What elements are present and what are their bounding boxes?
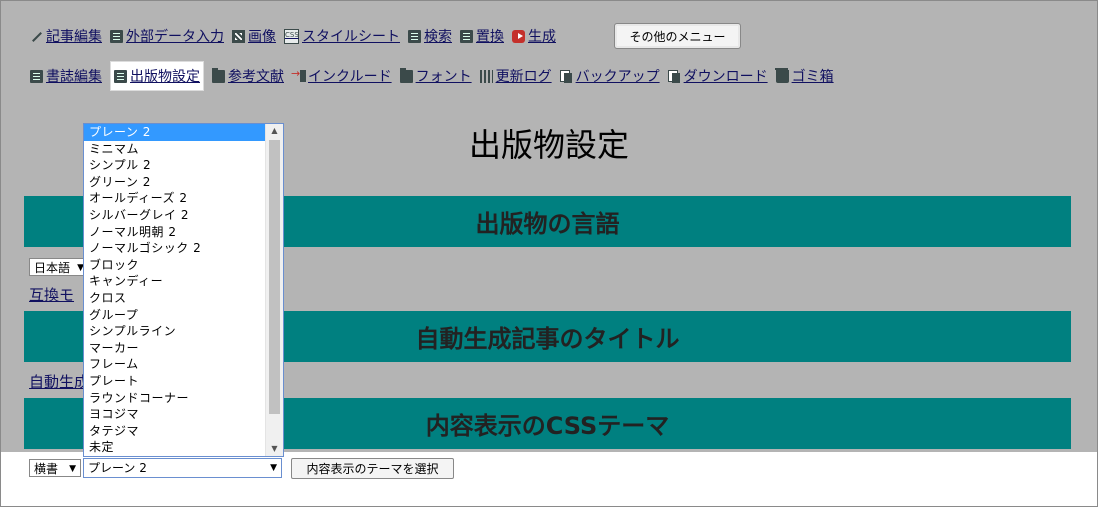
nav-label: 参考文献 bbox=[228, 69, 284, 85]
nav-label: 生成 bbox=[528, 29, 556, 45]
nav-label: 置換 bbox=[476, 29, 504, 45]
nav-references[interactable]: 参考文献 bbox=[212, 65, 284, 87]
document-icon bbox=[460, 29, 473, 43]
trash-icon bbox=[774, 67, 789, 83]
theme-select-value: プレーン 2 bbox=[88, 461, 147, 475]
writing-mode-select[interactable]: 横書 ▼ bbox=[29, 459, 81, 477]
section-heading-auto-title: 自動生成記事のタイトル bbox=[415, 325, 680, 353]
section-heading-css-theme: 内容表示のCSSテーマ bbox=[425, 412, 670, 440]
scroll-down-icon[interactable]: ▼ bbox=[266, 442, 283, 456]
nav-book-edit[interactable]: 書誌編集 bbox=[30, 65, 102, 87]
nav-label: 出版物設定 bbox=[130, 69, 200, 85]
theme-option[interactable]: 未定 bbox=[84, 439, 266, 456]
nav-article-edit[interactable]: 記事編集 bbox=[30, 25, 102, 47]
theme-option[interactable]: キャンディー bbox=[84, 273, 266, 290]
theme-option[interactable]: ノーマルゴシック 2 bbox=[84, 240, 266, 257]
document-icon bbox=[408, 29, 421, 43]
theme-option[interactable]: プレート bbox=[84, 373, 266, 390]
nav-label: 外部データ入力 bbox=[126, 29, 224, 45]
nav-search[interactable]: 検索 bbox=[408, 25, 452, 47]
theme-options: プレーン 2 ミニマム シンプル 2 グリーン 2 オールディーズ 2 シルバーグレイ 2… bbox=[84, 124, 266, 456]
grid-icon bbox=[479, 69, 493, 83]
theme-option[interactable]: タテジマ bbox=[84, 423, 266, 440]
chevron-down-icon: ▼ bbox=[270, 463, 277, 473]
theme-option[interactable]: ノーマル明朝 2 bbox=[84, 224, 266, 241]
nav-trash[interactable]: ゴミ箱 bbox=[774, 65, 834, 87]
nav-external-data[interactable]: 外部データ入力 bbox=[110, 25, 224, 47]
nav-label: スタイルシート bbox=[302, 29, 400, 45]
theme-option[interactable]: プレーン 2 bbox=[84, 124, 266, 141]
theme-option[interactable]: シンプル 2 bbox=[84, 157, 266, 174]
nav-label: ゴミ箱 bbox=[791, 69, 834, 85]
nav-font[interactable]: フォント bbox=[399, 65, 472, 87]
image-icon bbox=[232, 29, 245, 43]
nav-replace[interactable]: 置換 bbox=[460, 25, 504, 47]
theme-option[interactable]: マーカー bbox=[84, 340, 266, 357]
document-icon bbox=[110, 29, 123, 43]
theme-option[interactable]: ラウンドコーナー bbox=[84, 390, 266, 407]
nav-stylesheet[interactable]: CSS スタイルシート bbox=[284, 25, 400, 47]
other-menu-button[interactable]: その他のメニュー bbox=[614, 23, 741, 49]
nav-label: 画像 bbox=[248, 29, 276, 45]
theme-option[interactable]: シルバーグレイ 2 bbox=[84, 207, 266, 224]
nav-label: バックアップ bbox=[575, 69, 660, 85]
theme-option[interactable]: グリーン 2 bbox=[84, 174, 266, 191]
theme-option[interactable]: シンプルライン bbox=[84, 323, 266, 340]
theme-select[interactable]: プレーン 2 ▼ bbox=[83, 458, 282, 478]
theme-option[interactable]: グループ bbox=[84, 307, 266, 324]
nav-download[interactable]: ダウンロード bbox=[667, 65, 768, 87]
nav-label: 記事編集 bbox=[46, 29, 102, 45]
theme-option[interactable]: ヨコジマ bbox=[84, 406, 266, 423]
language-select-value: 日本語 bbox=[34, 261, 71, 275]
theme-option[interactable]: オールディーズ 2 bbox=[84, 190, 266, 207]
chevron-down-icon: ▼ bbox=[69, 464, 76, 474]
nav-image[interactable]: 画像 bbox=[232, 25, 276, 47]
apply-theme-button[interactable]: 内容表示のテーマを選択 bbox=[291, 458, 454, 479]
theme-dropdown-list[interactable]: プレーン 2 ミニマム シンプル 2 グリーン 2 オールディーズ 2 シルバーグレイ 2… bbox=[83, 123, 284, 457]
nav-label: 検索 bbox=[424, 29, 452, 45]
document-icon bbox=[30, 69, 43, 83]
primary-nav: 記事編集 外部データ入力 画像 CSS スタイルシート 検索 置換 生成 bbox=[30, 25, 564, 47]
writing-mode-value: 横書 bbox=[34, 462, 59, 476]
theme-option[interactable]: ブロック bbox=[84, 257, 266, 274]
theme-option[interactable]: クロス bbox=[84, 290, 266, 307]
nav-label: フォント bbox=[415, 69, 472, 85]
pen-icon bbox=[30, 30, 43, 43]
play-icon bbox=[512, 29, 525, 43]
nav-label: インクルード bbox=[308, 69, 392, 85]
compat-mode-link[interactable]: 互換モ bbox=[29, 284, 74, 305]
nav-generate[interactable]: 生成 bbox=[512, 25, 556, 47]
dropdown-scrollbar[interactable]: ▲ ▼ bbox=[265, 124, 283, 456]
nav-label: 更新ログ bbox=[495, 69, 552, 85]
scroll-thumb[interactable] bbox=[269, 140, 280, 414]
secondary-nav: 書誌編集 出版物設定 参考文献 インクルード フォント 更新ログ バックアップ ダウンロード ゴ… bbox=[30, 61, 842, 91]
nav-label: 書誌編集 bbox=[46, 69, 102, 85]
theme-option[interactable]: ミニマム bbox=[84, 141, 266, 158]
folder-icon bbox=[212, 67, 225, 83]
nav-update-log[interactable]: 更新ログ bbox=[479, 65, 552, 87]
copy-icon bbox=[667, 69, 681, 83]
nav-backup[interactable]: バックアップ bbox=[559, 65, 660, 87]
folder-icon bbox=[399, 67, 413, 83]
scroll-up-icon[interactable]: ▲ bbox=[266, 124, 283, 138]
theme-option[interactable]: フレーム bbox=[84, 356, 266, 373]
nav-label: ダウンロード bbox=[683, 69, 768, 85]
nav-include[interactable]: インクルード bbox=[291, 65, 392, 87]
copy-icon bbox=[559, 69, 573, 83]
nav-publication-settings[interactable]: 出版物設定 bbox=[110, 61, 204, 91]
include-icon bbox=[291, 67, 306, 83]
auto-generated-link[interactable]: 自動生成 bbox=[29, 371, 89, 392]
section-heading-language: 出版物の言語 bbox=[475, 210, 620, 238]
document-icon bbox=[114, 69, 127, 83]
language-select[interactable]: 日本語 ▼ bbox=[29, 258, 89, 276]
css-icon: CSS bbox=[284, 28, 299, 44]
